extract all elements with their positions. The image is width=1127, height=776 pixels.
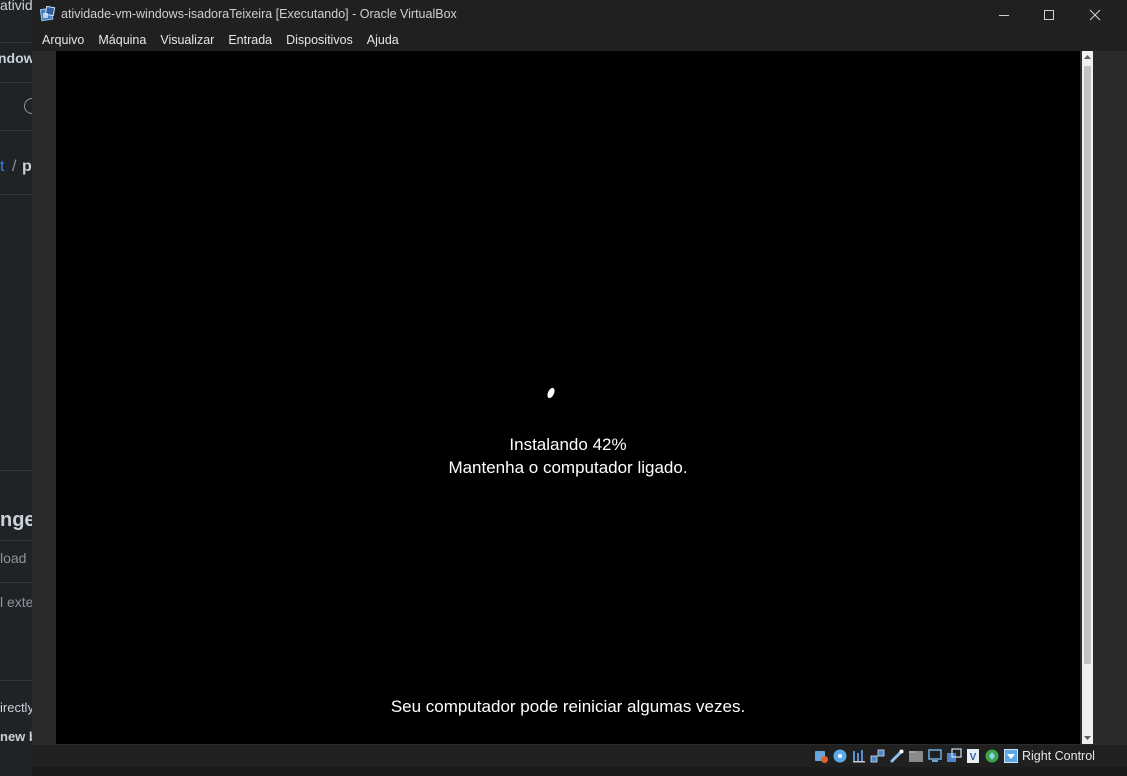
menu-item-visualizar[interactable]: Visualizar: [153, 29, 221, 51]
bg-fragment: load: [0, 550, 27, 566]
minimize-button[interactable]: [981, 0, 1027, 29]
scrollbar-thumb[interactable]: [1084, 66, 1091, 664]
keyboard-capture-icon[interactable]: [1003, 748, 1019, 764]
bg-fragment: t: [0, 158, 5, 175]
host-key-label[interactable]: Right Control: [1022, 749, 1095, 763]
menu-item-ajuda[interactable]: Ajuda: [360, 29, 406, 51]
mouse-integration-icon[interactable]: [984, 748, 1000, 764]
restart-notice-text: Seu computador pode reiniciar algumas ve…: [390, 697, 746, 716]
virtualbox-icon: [39, 5, 56, 22]
device-status-icons: V: [813, 748, 1019, 764]
title-bar[interactable]: atividade-vm-windows-isadoraTeixeira [Ex…: [32, 0, 1127, 29]
bg-divider: [0, 82, 32, 83]
menu-item-arquivo[interactable]: Arquivo: [35, 29, 91, 51]
background-app-window: ativid ndow t / p nge load l exte irectl…: [0, 0, 32, 776]
bg-fragment: l exte: [0, 594, 32, 610]
info-icon: [24, 98, 32, 114]
bg-divider: [0, 582, 32, 583]
scroll-up-arrow-icon[interactable]: [1082, 51, 1093, 64]
close-icon: [1089, 9, 1101, 20]
virtualization-icon[interactable]: V: [965, 748, 981, 764]
close-button[interactable]: [1072, 0, 1118, 29]
menu-item-dispositivos[interactable]: Dispositivos: [279, 29, 360, 51]
installing-progress-text: Instalando 42%: [509, 435, 627, 454]
bg-fragment: ndow: [0, 50, 32, 66]
taskbar-strip: [32, 767, 1127, 776]
bg-fragment: irectly: [0, 700, 32, 715]
maximize-button[interactable]: [1026, 0, 1072, 29]
recording-icon[interactable]: [946, 748, 962, 764]
bg-divider: [0, 470, 32, 471]
maximize-icon: [1044, 9, 1054, 20]
scroll-down-arrow-icon[interactable]: [1082, 731, 1093, 744]
menu-bar: Arquivo Máquina Visualizar Entrada Dispo…: [32, 29, 1127, 51]
bg-divider: [0, 194, 32, 195]
menu-item-entrada[interactable]: Entrada: [221, 29, 279, 51]
usb-icon[interactable]: [889, 748, 905, 764]
status-bar: V Right Control: [32, 745, 1127, 767]
bg-divider: [0, 680, 32, 681]
keep-computer-on-text: Mantenha o computador ligado.: [448, 458, 688, 477]
menu-item-maquina[interactable]: Máquina: [91, 29, 153, 51]
svg-text:V: V: [970, 752, 977, 763]
window-title: atividade-vm-windows-isadoraTeixeira [Ex…: [61, 7, 457, 21]
bg-fragment: ativid: [0, 0, 32, 13]
vm-screen[interactable]: Instalando 42% Mantenha o computador lig…: [56, 51, 1080, 744]
minimize-icon: [999, 14, 1009, 16]
bg-fragment: nge: [0, 509, 32, 531]
bg-fragment: /: [12, 158, 17, 175]
audio-icon[interactable]: [851, 748, 867, 764]
display-icon[interactable]: [927, 748, 943, 764]
virtualbox-window: atividade-vm-windows-isadoraTeixeira [Ex…: [32, 0, 1127, 776]
bg-fragment: new b: [0, 729, 32, 744]
bg-divider: [0, 540, 32, 541]
bg-divider: [0, 130, 32, 131]
bg-divider: [0, 42, 32, 43]
shared-folders-icon[interactable]: [908, 748, 924, 764]
optical-drive-icon[interactable]: [832, 748, 848, 764]
bg-fragment: p: [22, 158, 32, 175]
network-icon[interactable]: [870, 748, 886, 764]
vm-display-area: Instalando 42% Mantenha o computador lig…: [32, 51, 1127, 745]
loading-spinner-icon: [547, 387, 555, 399]
hard-disk-icon[interactable]: [813, 748, 829, 764]
vertical-scrollbar[interactable]: [1082, 51, 1093, 744]
